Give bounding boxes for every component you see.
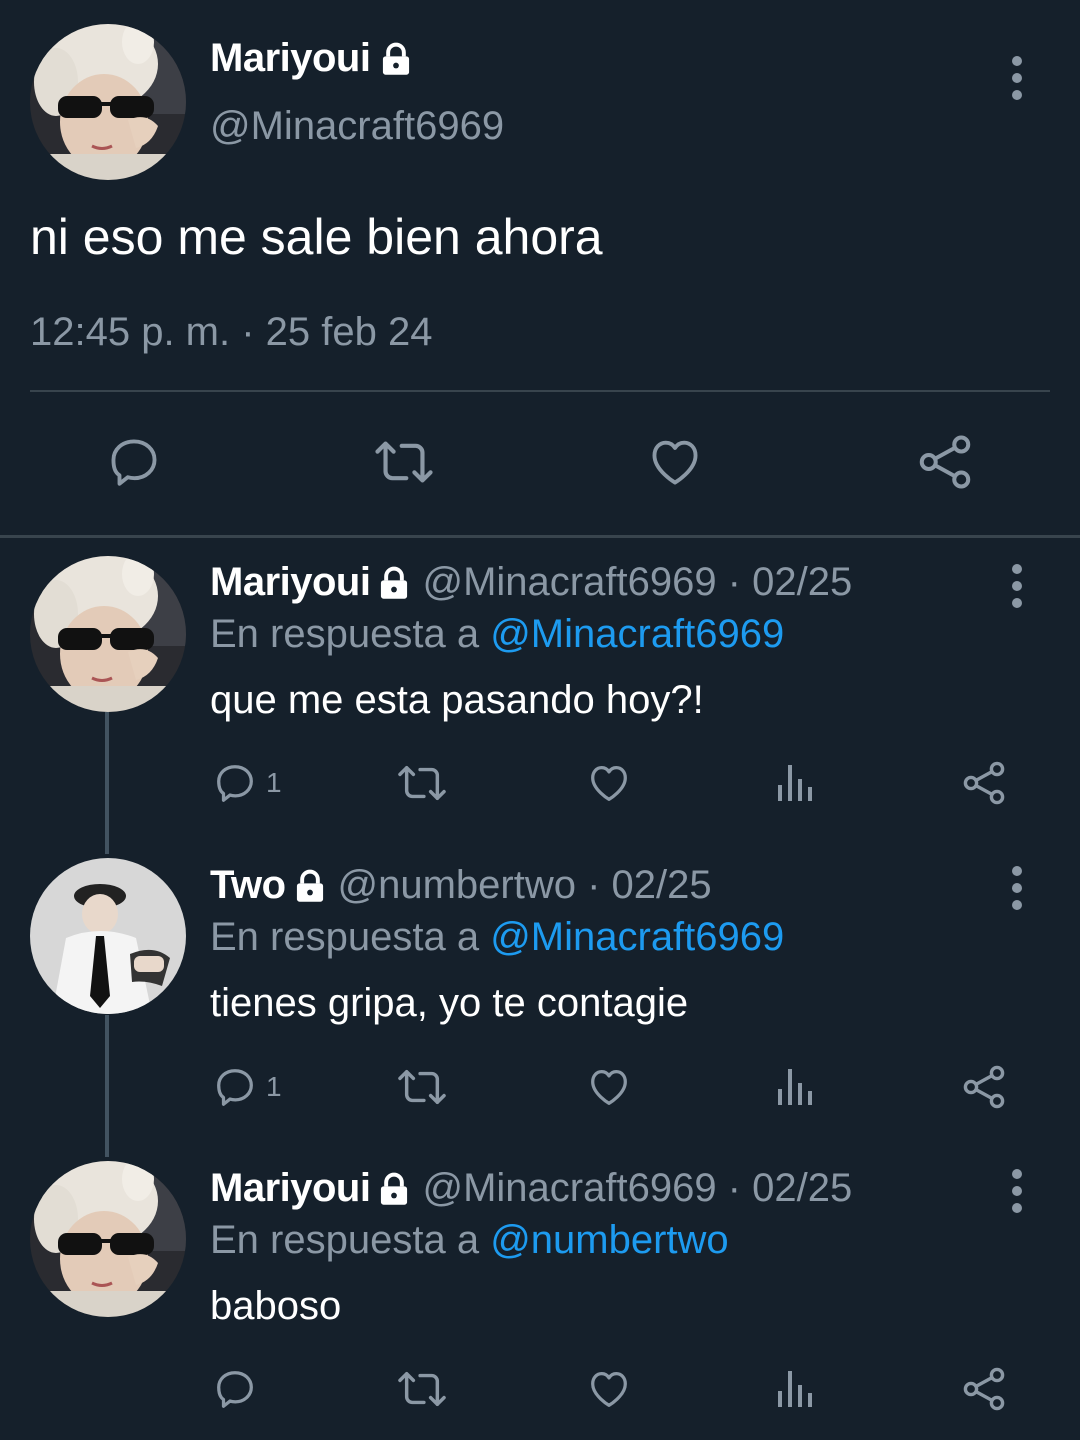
reply-count: 1 [266, 1071, 282, 1102]
like-button[interactable] [585, 1364, 633, 1414]
analytics-button[interactable] [774, 1364, 818, 1414]
share-button[interactable] [960, 1364, 1008, 1414]
reply-handle-date: @Minacraft6969 · 02/25 [422, 1166, 853, 1210]
like-button[interactable] [585, 1062, 633, 1112]
reply-handle-date: @Minacraft6969 · 02/25 [422, 560, 853, 604]
reply-to-mention[interactable]: @Minacraft6969 [490, 915, 784, 959]
share-button[interactable] [915, 432, 975, 492]
retweet-button[interactable] [374, 432, 434, 492]
share-button[interactable] [960, 1062, 1008, 1112]
reply-3-text: baboso [210, 1284, 342, 1328]
share-icon [919, 435, 971, 489]
share-icon [963, 1065, 1005, 1109]
analytics-button[interactable] [774, 758, 818, 808]
analytics-icon [778, 1371, 812, 1407]
reply-2-header[interactable]: Two @numbertwo · 02/25 [210, 863, 712, 908]
reply-to-line: En respuesta a @Minacraft6969 [210, 612, 784, 657]
reply-icon [217, 1069, 253, 1106]
reply-2-avatar[interactable] [30, 858, 186, 1014]
lock-icon [296, 869, 323, 902]
more-options-icon[interactable] [1005, 1169, 1029, 1213]
reply-button[interactable] [104, 432, 164, 492]
share-icon [963, 761, 1005, 805]
reply-author-name: Two [210, 863, 286, 907]
retweet-button[interactable] [396, 1364, 448, 1414]
like-icon [591, 766, 627, 801]
thread-line [105, 1015, 109, 1157]
reply-author-name: Mariyoui [210, 560, 371, 604]
main-author-handle[interactable]: @Minacraft6969 [210, 104, 504, 149]
divider [30, 390, 1050, 392]
main-tweet-text: ni eso me sale bien ahora [30, 209, 603, 265]
reply-button[interactable]: 1 [212, 1062, 282, 1112]
retweet-icon [398, 765, 446, 801]
like-icon [652, 440, 698, 485]
like-button[interactable] [645, 432, 705, 492]
reply-to-label: En respuesta a [210, 612, 491, 656]
retweet-icon [375, 441, 433, 483]
reply-button[interactable] [212, 1364, 266, 1414]
reply-count: 1 [266, 767, 282, 798]
main-author-name: Mariyoui [210, 36, 371, 80]
main-tweet-author[interactable]: Mariyoui [210, 36, 412, 81]
lock-icon [381, 1172, 408, 1205]
reply-to-label: En respuesta a [210, 1218, 491, 1262]
more-options-icon[interactable] [1005, 56, 1029, 100]
reply-handle-date: @numbertwo · 02/25 [337, 863, 712, 907]
lock-icon [381, 566, 408, 599]
reply-2-text: tienes gripa, yo te contagie [210, 981, 689, 1025]
reply-1-avatar[interactable] [30, 556, 186, 712]
lock-icon [383, 42, 410, 75]
reply-3-avatar[interactable] [30, 1161, 186, 1317]
retweet-icon [398, 1069, 446, 1105]
retweet-icon [398, 1371, 446, 1407]
more-options-icon[interactable] [1005, 866, 1029, 910]
share-icon [963, 1367, 1005, 1411]
reply-to-label: En respuesta a [210, 915, 491, 959]
reply-to-line: En respuesta a @Minacraft6969 [210, 915, 784, 960]
reply-to-mention[interactable]: @numbertwo [490, 1218, 728, 1262]
reply-author-name: Mariyoui [210, 1166, 371, 1210]
retweet-button[interactable] [396, 758, 448, 808]
like-icon [591, 1070, 627, 1105]
reply-to-mention[interactable]: @Minacraft6969 [490, 612, 784, 656]
like-button[interactable] [585, 758, 633, 808]
tweet-thread-screen: Mariyoui @Minacraft6969 ni eso me sale b… [0, 0, 1080, 1440]
reply-icon [217, 1371, 253, 1408]
analytics-icon [778, 1069, 812, 1105]
main-tweet-avatar[interactable] [30, 24, 186, 180]
reply-1-header[interactable]: Mariyoui @Minacraft6969 · 02/25 [210, 560, 852, 605]
like-icon [591, 1372, 627, 1407]
share-button[interactable] [960, 758, 1008, 808]
thread-line [105, 712, 109, 854]
analytics-button[interactable] [774, 1062, 818, 1112]
more-options-icon[interactable] [1005, 564, 1029, 608]
retweet-button[interactable] [396, 1062, 448, 1112]
reply-icon [111, 439, 157, 486]
reply-1-text: que me esta pasando hoy?! [210, 678, 704, 722]
section-divider [0, 535, 1080, 538]
reply-3-header[interactable]: Mariyoui @Minacraft6969 · 02/25 [210, 1166, 852, 1211]
analytics-icon [778, 765, 812, 801]
main-tweet-timestamp[interactable]: 12:45 p. m. · 25 feb 24 [30, 310, 432, 355]
reply-button[interactable]: 1 [212, 758, 282, 808]
reply-icon [217, 765, 253, 802]
reply-to-line: En respuesta a @numbertwo [210, 1218, 729, 1263]
